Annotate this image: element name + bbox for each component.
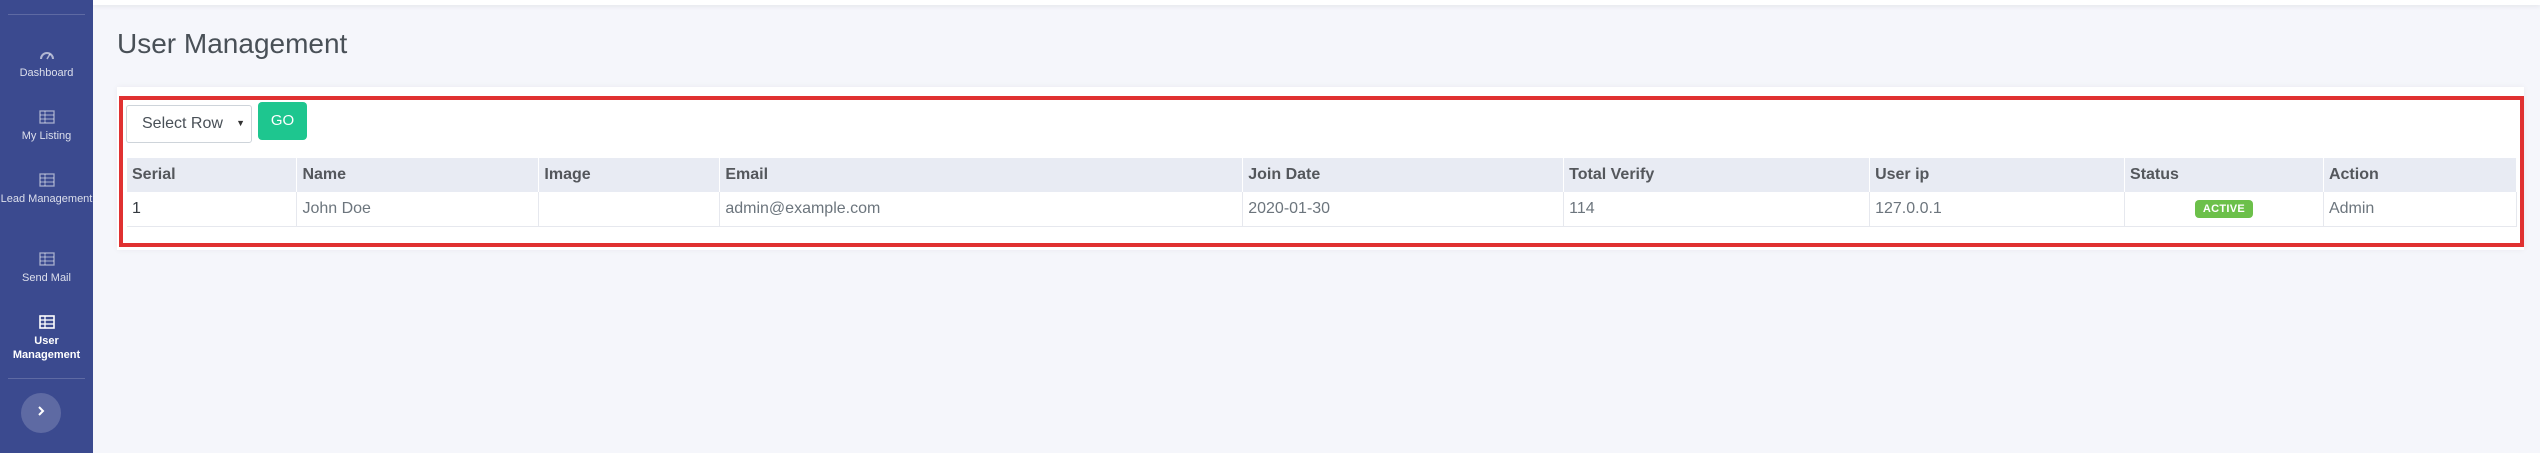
sidebar: Dashboard My Listing Lead Management Sen…: [0, 0, 93, 453]
column-header-serial[interactable]: Serial: [127, 158, 298, 192]
sidebar-item-label: Send Mail: [22, 272, 71, 284]
sidebar-toggle-button[interactable]: [21, 393, 61, 433]
table-icon: [38, 315, 55, 329]
column-header-user-ip[interactable]: User ip: [1869, 158, 2126, 192]
sidebar-item-label: My Listing: [21, 130, 72, 142]
sidebar-item-label: User Management: [12, 335, 81, 361]
cell-status: ACTIVE: [2124, 192, 2324, 227]
user-table: Serial Name Image Email Join Date Total …: [127, 158, 2518, 227]
dashboard-icon: [39, 47, 55, 61]
cell-image: [538, 192, 721, 227]
select-row-dropdown[interactable]: Select Row ▼: [126, 105, 252, 143]
sidebar-item-dashboard[interactable]: Dashboard: [0, 47, 93, 80]
column-header-status[interactable]: Status: [2124, 158, 2324, 192]
cell-email: admin@example.com: [719, 192, 1244, 227]
cell-name: John Doe: [296, 192, 540, 227]
column-header-join-date[interactable]: Join Date: [1242, 158, 1565, 192]
select-row-value: Select Row: [142, 115, 223, 132]
sidebar-item-label: Dashboard: [19, 67, 74, 79]
sidebar-item-user-management[interactable]: User Management: [0, 315, 93, 362]
sidebar-item-my-listing[interactable]: My Listing: [0, 110, 93, 143]
table-row: 1 John Doe admin@example.com 2020-01-30 …: [127, 192, 2518, 227]
column-header-action[interactable]: Action: [2323, 158, 2518, 192]
table-header-row: Serial Name Image Email Join Date Total …: [127, 158, 2518, 192]
page-title: User Management: [117, 28, 348, 59]
sidebar-divider: [8, 14, 85, 15]
sidebar-item-send-mail[interactable]: Send Mail: [0, 252, 93, 285]
go-button[interactable]: GO: [258, 102, 307, 140]
cell-total-verify: 114: [1563, 192, 1871, 227]
column-header-image[interactable]: Image: [538, 158, 721, 192]
topbar: [93, 0, 2540, 5]
grid-icon: [38, 252, 55, 266]
chevron-right-icon: [36, 404, 46, 422]
cell-user-ip: 127.0.0.1: [1869, 192, 2126, 227]
sidebar-item-label: Lead Management: [0, 193, 93, 205]
sidebar-item-lead-management[interactable]: Lead Management: [0, 173, 93, 206]
cell-action: Admin: [2323, 192, 2518, 227]
status-badge[interactable]: ACTIVE: [2194, 200, 2254, 219]
grid-icon: [38, 110, 55, 124]
caret-down-icon: ▼: [236, 118, 245, 128]
column-header-total-verify[interactable]: Total Verify: [1563, 158, 1871, 192]
sidebar-divider: [8, 378, 85, 379]
cell-join-date: 2020-01-30: [1242, 192, 1565, 227]
cell-serial: 1: [127, 192, 298, 227]
column-header-email[interactable]: Email: [719, 158, 1244, 192]
grid-icon: [38, 173, 55, 187]
column-header-name[interactable]: Name: [296, 158, 540, 192]
